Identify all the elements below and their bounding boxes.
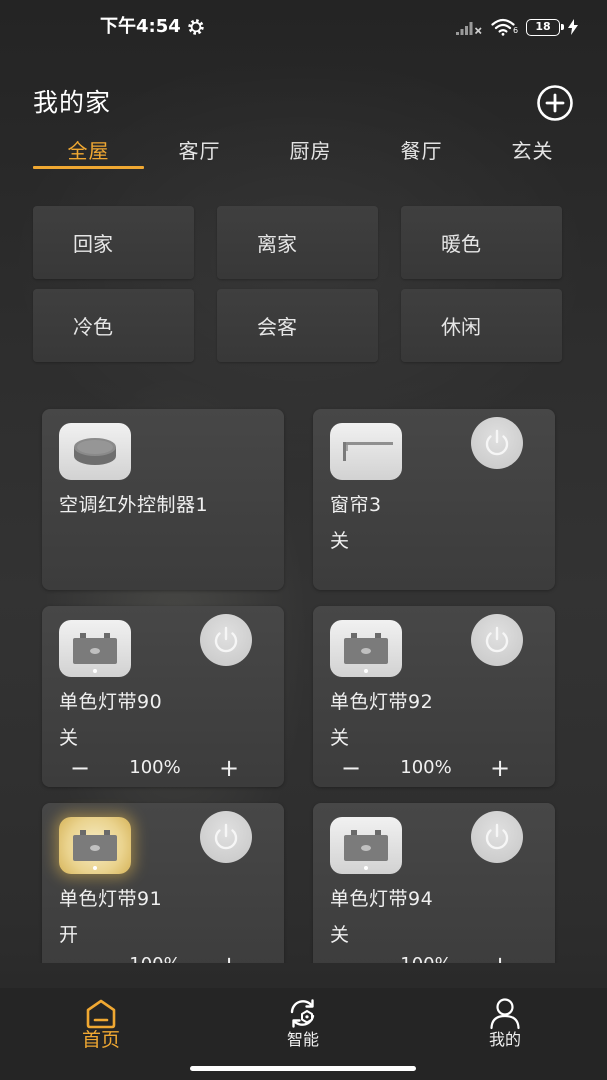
- power-icon: [485, 429, 509, 456]
- brightness-level: 100%: [115, 953, 195, 963]
- brightness-level: 100%: [386, 953, 466, 963]
- home-indicator-bar[interactable]: [190, 1066, 416, 1071]
- light-strip-icon: [73, 633, 117, 673]
- tab-living-room[interactable]: 客厅: [144, 137, 255, 171]
- power-icon: [485, 823, 509, 850]
- device-card-light-strip-92[interactable]: 单色灯带92 关 − 100% +: [313, 606, 555, 787]
- device-thumbnail: [59, 423, 131, 480]
- home-icon: [86, 999, 116, 1029]
- device-name: 窗帘3: [330, 494, 382, 516]
- scene-button-home[interactable]: 回家: [33, 206, 194, 279]
- device-name: 单色灯带94: [330, 888, 434, 910]
- device-list-scroll[interactable]: 空调红外控制器1 窗帘3 关 单色灯带90 关 − 100% + 单色灯带92 …: [0, 395, 607, 963]
- scene-grid: 回家 离家 暖色 冷色 会客 休闲: [33, 206, 562, 362]
- power-button[interactable]: [471, 811, 523, 863]
- nav-smart-label: 智能: [286, 1030, 319, 1049]
- brightness-level: 100%: [400, 757, 452, 778]
- ir-controller-icon: [74, 438, 116, 465]
- tab-entrance[interactable]: 玄关: [477, 137, 588, 171]
- increase-brightness-button[interactable]: +: [488, 756, 512, 780]
- smart-scene-icon: [290, 999, 315, 1028]
- device-card-curtain[interactable]: 窗帘3 关: [313, 409, 555, 590]
- settings-gear-icon: [188, 19, 204, 35]
- decrease-brightness-button[interactable]: −: [339, 953, 363, 963]
- add-device-button[interactable]: [536, 84, 574, 122]
- brightness-controls: − 100% +: [313, 953, 555, 963]
- decrease-brightness-button[interactable]: −: [68, 953, 92, 963]
- wifi-6-badge: 6: [513, 26, 519, 35]
- curtain-icon: [343, 442, 393, 461]
- power-icon: [214, 626, 238, 653]
- brightness-controls: − 100% +: [42, 756, 284, 780]
- device-thumbnail: [59, 817, 131, 874]
- status-time: 下午4:54: [100, 16, 181, 37]
- status-bar: 下午4:54 6 18: [0, 0, 607, 52]
- scene-button-warm[interactable]: 暖色: [401, 206, 562, 279]
- page-title: 我的家: [33, 88, 112, 117]
- nav-profile-label: 我的: [488, 1030, 521, 1049]
- device-card-light-strip-94[interactable]: 单色灯带94 关 − 100% +: [313, 803, 555, 963]
- device-status: 关: [330, 727, 350, 749]
- device-thumbnail: [330, 817, 402, 874]
- battery-level: 18: [535, 20, 551, 33]
- tab-kitchen[interactable]: 厨房: [255, 137, 366, 171]
- light-strip-icon: [344, 633, 388, 673]
- brightness-level: 100%: [129, 757, 181, 778]
- device-grid: 空调红外控制器1 窗帘3 关 单色灯带90 关 − 100% + 单色灯带92 …: [42, 409, 555, 963]
- device-status: 关: [330, 924, 350, 946]
- device-card-light-strip-90[interactable]: 单色灯带90 关 − 100% +: [42, 606, 284, 787]
- increase-brightness-button[interactable]: +: [217, 953, 241, 963]
- increase-brightness-button[interactable]: +: [488, 953, 512, 963]
- decrease-brightness-button[interactable]: −: [68, 756, 92, 780]
- scene-button-away[interactable]: 离家: [217, 206, 378, 279]
- scene-button-guest[interactable]: 会客: [217, 289, 378, 362]
- device-status: 开: [59, 924, 79, 946]
- scene-button-cool[interactable]: 冷色: [33, 289, 194, 362]
- device-status: 关: [59, 727, 79, 749]
- charging-bolt-icon: [568, 19, 578, 35]
- device-thumbnail: [330, 423, 402, 480]
- device-status: 关: [330, 530, 350, 552]
- power-button[interactable]: [471, 614, 523, 666]
- nav-smart[interactable]: 智能: [243, 996, 363, 1050]
- device-name: 单色灯带92: [330, 691, 434, 713]
- nav-profile[interactable]: 我的: [445, 996, 565, 1050]
- device-card-light-strip-91[interactable]: 单色灯带91 开 − 100% +: [42, 803, 284, 963]
- active-tab-indicator: [33, 166, 144, 169]
- decrease-brightness-button[interactable]: −: [339, 756, 363, 780]
- increase-brightness-button[interactable]: +: [217, 756, 241, 780]
- signal-no-service-icon: [456, 22, 482, 35]
- device-thumbnail: [330, 620, 402, 677]
- light-strip-icon: [73, 830, 117, 870]
- battery-icon: 18: [526, 19, 564, 36]
- power-button[interactable]: [200, 614, 252, 666]
- light-strip-icon: [344, 830, 388, 870]
- device-name: 空调红外控制器1: [59, 494, 209, 516]
- profile-icon: [490, 998, 520, 1030]
- nav-home[interactable]: 首页: [41, 996, 161, 1050]
- device-thumbnail: [59, 620, 131, 677]
- brightness-controls: − 100% +: [42, 953, 284, 963]
- power-button[interactable]: [471, 417, 523, 469]
- power-icon: [214, 823, 238, 850]
- scene-button-leisure[interactable]: 休闲: [401, 289, 562, 362]
- nav-home-label: 首页: [81, 1029, 120, 1051]
- power-button[interactable]: [200, 811, 252, 863]
- power-icon: [485, 626, 509, 653]
- plus-circle-icon: [537, 85, 573, 121]
- device-name: 单色灯带90: [59, 691, 163, 713]
- device-name: 单色灯带91: [59, 888, 163, 910]
- brightness-controls: − 100% +: [313, 756, 555, 780]
- room-tabs: 全屋 客厅 厨房 餐厅 玄关: [33, 137, 588, 171]
- device-card-ir-controller[interactable]: 空调红外控制器1: [42, 409, 284, 590]
- tab-dining-room[interactable]: 餐厅: [366, 137, 477, 171]
